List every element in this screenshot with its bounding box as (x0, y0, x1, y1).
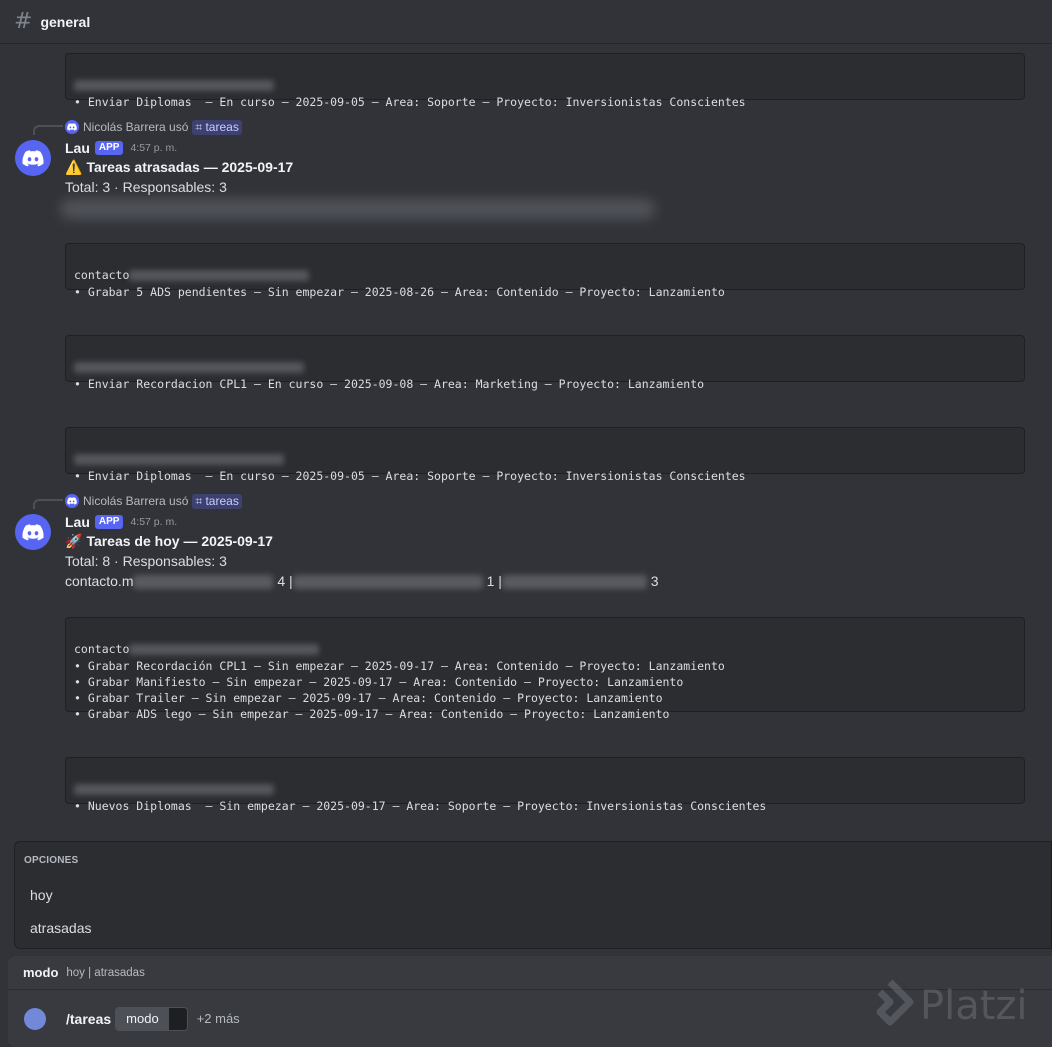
reply-connector (33, 499, 63, 509)
hashtag-icon: # (14, 8, 33, 34)
warning-icon: ⚠️ (65, 158, 83, 175)
option-value-input[interactable] (168, 1007, 187, 1030)
message-header: Lau APP 4:57 p. m. (65, 139, 177, 157)
code-block: • Enviar Diplomas — En curso — 2025-09-0… (65, 53, 1025, 109)
redacted-text (74, 454, 284, 466)
platzi-logo-icon (876, 979, 914, 1026)
responsables-line: contacto.m 4 | 1 | 3 (65, 573, 659, 590)
redacted-text (74, 784, 274, 796)
user-avatar-mini (65, 494, 79, 508)
code-block: contacto • Grabar Recordación CPL1 — Sin… (65, 617, 1025, 721)
options-title: OPCIONES (24, 855, 79, 866)
param-name: modo (23, 965, 59, 980)
summary-text: Total: 8 · Responsables: 3 (65, 553, 227, 569)
task-line: • Enviar Diplomas — En curso — 2025-09-0… (74, 94, 746, 109)
app-avatar (24, 1007, 46, 1030)
rocket-icon: 🚀 (65, 532, 83, 549)
timestamp[interactable]: 4:57 p. m. (130, 142, 177, 154)
summary-text: Total: 3 · Responsables: 3 (65, 179, 227, 195)
redacted-text (292, 575, 483, 590)
channel-name[interactable]: general (40, 14, 90, 30)
slash-command: /tareas (66, 1010, 112, 1027)
redacted-responsables (60, 199, 655, 219)
code-block: • Nuevos Diplomas — Sin empezar — 2025-0… (65, 757, 1025, 813)
option-pill-modo[interactable]: modo (115, 1006, 188, 1031)
command-mention[interactable]: ⌗ tareas (192, 119, 242, 135)
code-block: • Enviar Diplomas — En curso — 2025-09-0… (65, 427, 1025, 483)
task-line: • Grabar Trailer — Sin empezar — 2025-09… (74, 691, 663, 706)
discord-icon (22, 149, 44, 166)
message-title: 🚀 Tareas de hoy — 2025-09-17 (65, 532, 273, 550)
reply-user[interactable]: Nicolás Barrera usó (83, 494, 188, 508)
task-line: • Grabar Manifiesto — Sin empezar — 2025… (74, 674, 684, 689)
option-atrasadas[interactable]: atrasadas (30, 920, 91, 936)
task-line: • Enviar Recordacion CPL1 — En curso — 2… (74, 376, 705, 391)
channel-header: # general (0, 0, 1052, 44)
message-title: ⚠️ Tareas atrasadas — 2025-09-17 (65, 158, 294, 176)
bot-avatar[interactable] (15, 514, 51, 550)
command-mention[interactable]: ⌗ tareas (192, 493, 242, 509)
code-block: contacto • Grabar 5 ADS pendientes — Sin… (65, 243, 1025, 299)
app-badge: APP (94, 141, 124, 155)
message-header: Lau APP 4:57 p. m. (65, 513, 177, 531)
author-name[interactable]: Lau (65, 514, 90, 530)
code-block: • Enviar Recordacion CPL1 — En curso — 2… (65, 335, 1025, 391)
redacted-text (74, 362, 304, 374)
more-options[interactable]: +2 más (197, 1011, 240, 1026)
app-badge: APP (94, 515, 124, 529)
task-line: • Nuevos Diplomas — Sin empezar — 2025-0… (74, 798, 767, 813)
param-description: hoy | atrasadas (66, 966, 145, 979)
redacted-text (74, 80, 274, 92)
platzi-watermark: Platzi (866, 978, 1028, 1034)
task-line: • Grabar Recordación CPL1 — Sin empezar … (74, 658, 725, 673)
option-hoy[interactable]: hoy (30, 887, 53, 903)
reply-connector (33, 125, 63, 135)
task-line: • Grabar 5 ADS pendientes — Sin empezar … (74, 284, 725, 299)
redacted-text (129, 270, 310, 282)
redacted-text (129, 644, 320, 656)
task-line: • Grabar ADS lego — Sin empezar — 2025-0… (74, 707, 670, 722)
user-avatar-mini (65, 120, 79, 134)
timestamp[interactable]: 4:57 p. m. (130, 516, 177, 528)
discord-icon (22, 523, 44, 540)
redacted-text (501, 575, 647, 590)
author-name[interactable]: Lau (65, 140, 90, 156)
command-reply-context[interactable]: Nicolás Barrera usó ⌗ tareas (65, 493, 242, 509)
reply-user[interactable]: Nicolás Barrera usó (83, 120, 188, 134)
command-reply-context[interactable]: Nicolás Barrera usó ⌗ tareas (65, 119, 242, 135)
bot-avatar[interactable] (15, 140, 51, 176)
redacted-text (133, 575, 274, 590)
autocomplete-options: OPCIONES hoy atrasadas (14, 841, 1052, 949)
task-line: • Enviar Diplomas — En curso — 2025-09-0… (74, 468, 746, 483)
